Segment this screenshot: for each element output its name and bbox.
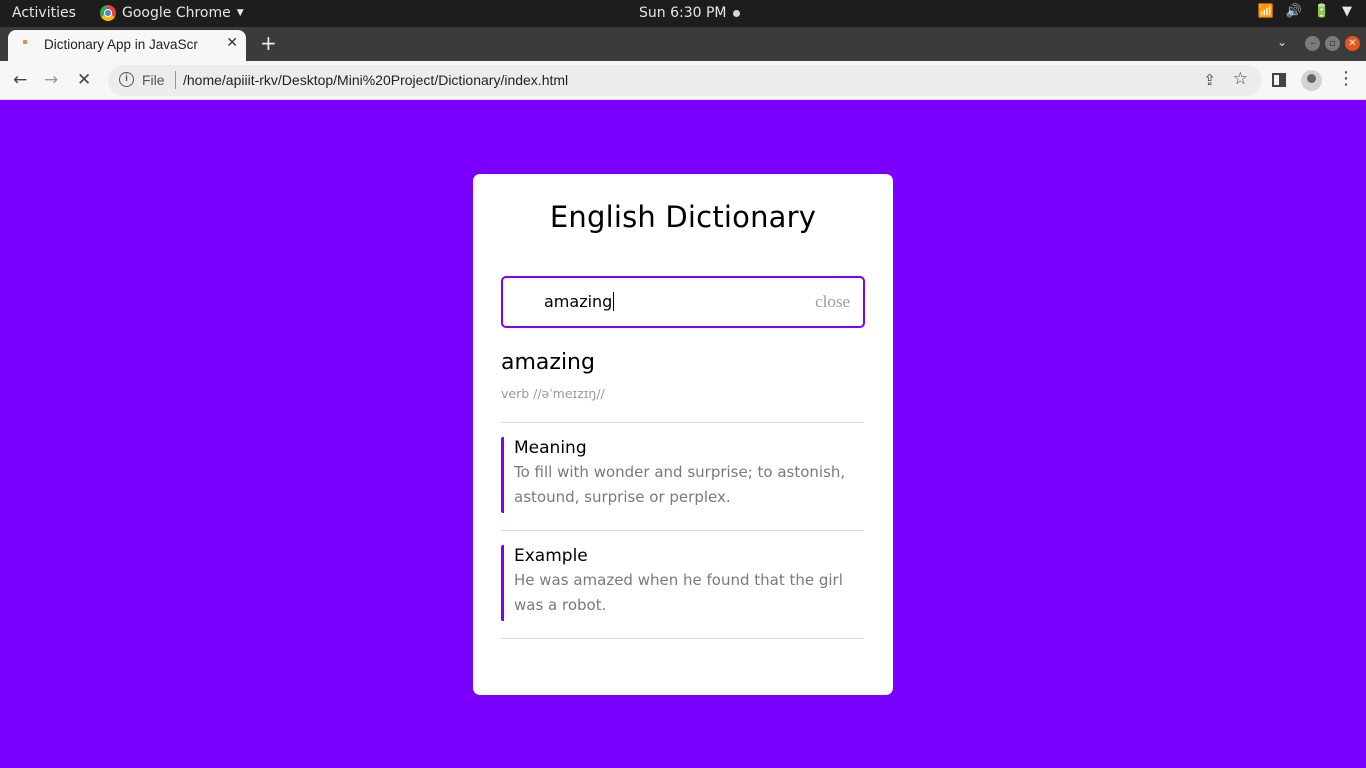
app-menu[interactable]: Google Chrome ▼	[100, 5, 244, 21]
tab-search-icon[interactable]: ⌄	[1277, 35, 1287, 49]
bookmark-star-icon[interactable]: ☆	[1233, 69, 1248, 89]
divider	[501, 422, 864, 423]
tab-strip: Dictionary App in JavaScr ✕ + ⌄ – ▫ ✕	[0, 27, 1366, 61]
favicon-icon	[23, 40, 27, 44]
divider	[501, 530, 864, 531]
maximize-button[interactable]: ▫	[1325, 36, 1340, 51]
system-top-bar: Activities Google Chrome ▼ Sun 6:30 PM 📶…	[0, 0, 1366, 27]
notification-dot-icon	[732, 9, 740, 17]
chrome-logo-icon	[100, 5, 116, 21]
meaning-text: To fill with wonder and surprise; to ast…	[514, 463, 846, 506]
result-word: amazing	[501, 350, 595, 375]
tab-title: Dictionary App in JavaScr	[44, 37, 198, 52]
profile-icon[interactable]	[1301, 70, 1322, 91]
url-scheme-label: File	[142, 72, 165, 88]
meaning-section: Meaning To fill with wonder and surprise…	[501, 437, 864, 513]
menu-icon[interactable]: ⋮	[1337, 68, 1355, 89]
text-cursor	[613, 292, 615, 311]
result-phonetic: verb //əˈmeɪzɪŋ//	[501, 386, 605, 401]
caret-down-icon: ▼	[236, 8, 244, 18]
window-close-button[interactable]: ✕	[1345, 36, 1360, 51]
tray-caret-icon: ▼	[1342, 4, 1352, 19]
share-icon[interactable]: ⇪	[1203, 71, 1216, 89]
example-section: Example He was amazed when he found that…	[501, 545, 864, 621]
info-icon[interactable]: i	[119, 72, 134, 87]
example-label: Example	[514, 546, 588, 566]
clock[interactable]: Sun 6:30 PM	[639, 5, 740, 21]
example-text: He was amazed when he found that the gir…	[514, 571, 843, 614]
activities-button[interactable]: Activities	[12, 5, 76, 21]
battery-icon: 🔋	[1313, 4, 1330, 19]
url-text[interactable]: /home/apiiit-rkv/Desktop/Mini%20Project/…	[183, 72, 568, 88]
app-name: Google Chrome	[122, 5, 231, 21]
forward-icon[interactable]: →	[44, 70, 58, 90]
new-tab-button[interactable]: +	[260, 31, 277, 55]
side-panel-icon[interactable]	[1272, 73, 1286, 87]
toolbar: ← → ✕ i File /home/apiiit-rkv/Desktop/Mi…	[0, 61, 1366, 100]
dictionary-card: English Dictionary amazing close amazing…	[473, 174, 893, 695]
divider	[501, 638, 864, 639]
address-bar[interactable]: i File /home/apiiit-rkv/Desktop/Mini%20P…	[108, 65, 1262, 96]
clock-text: Sun 6:30 PM	[639, 5, 727, 21]
search-text: amazing	[544, 292, 613, 311]
minimize-button[interactable]: –	[1305, 36, 1320, 51]
back-icon[interactable]: ←	[13, 70, 27, 90]
stop-icon[interactable]: ✕	[77, 70, 91, 90]
omnibox-separator	[175, 71, 176, 89]
volume-icon: 🔊	[1285, 4, 1302, 19]
clear-search-button[interactable]: close	[815, 292, 850, 312]
browser-tab[interactable]: Dictionary App in JavaScr ✕	[8, 30, 246, 61]
meaning-label: Meaning	[514, 438, 587, 458]
tab-close-icon[interactable]: ✕	[226, 35, 238, 51]
search-input[interactable]: amazing close	[501, 276, 865, 328]
system-tray[interactable]: 📶 🔊 🔋 ▼	[1257, 4, 1352, 19]
wifi-icon: 📶	[1257, 4, 1274, 19]
search-input-value[interactable]: amazing	[544, 292, 615, 311]
page-title: English Dictionary	[549, 200, 817, 234]
